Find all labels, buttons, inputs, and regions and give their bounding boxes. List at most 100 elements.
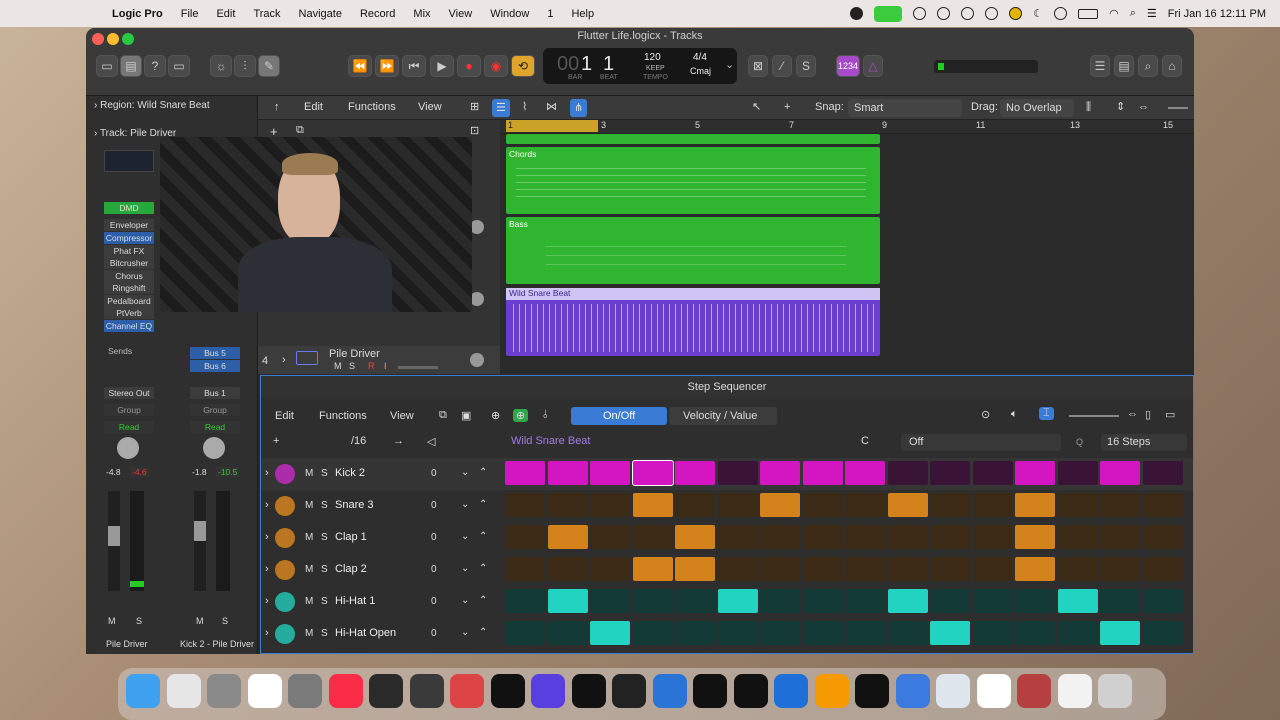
cycle-button[interactable]: ⟲ bbox=[511, 55, 535, 77]
step-cell-off[interactable] bbox=[590, 557, 630, 581]
add-row-button[interactable]: + bbox=[273, 435, 279, 447]
moon-icon[interactable]: ☾ bbox=[1033, 7, 1043, 20]
solo-button[interactable]: S bbox=[796, 55, 816, 77]
step-cell-off[interactable] bbox=[1100, 557, 1140, 581]
left-automation[interactable]: Read bbox=[104, 421, 154, 433]
ss-send-icon[interactable]: → bbox=[393, 435, 404, 447]
row-mute[interactable]: M bbox=[305, 500, 313, 511]
step-cell-off[interactable] bbox=[1015, 589, 1055, 613]
pencil-tool-icon[interactable]: + bbox=[784, 98, 790, 116]
facetime-icon[interactable] bbox=[874, 5, 903, 22]
plugin-bitcrusher[interactable]: Bitcrusher bbox=[104, 257, 154, 269]
mixer-button[interactable]: ⫶ bbox=[234, 55, 256, 77]
user-icon[interactable] bbox=[1054, 7, 1068, 20]
send-bus-6[interactable]: Bus 6 bbox=[190, 360, 240, 372]
row-disclosure-icon[interactable]: › bbox=[265, 531, 269, 543]
step-cell-on[interactable] bbox=[760, 461, 800, 485]
step-cell-off[interactable] bbox=[1100, 525, 1140, 549]
plugin-dmd[interactable]: DMD bbox=[104, 202, 154, 214]
step-cell-off[interactable] bbox=[717, 461, 758, 485]
play-button[interactable]: ▶ bbox=[430, 55, 454, 77]
dock-drive-icon[interactable] bbox=[976, 674, 1011, 708]
list-editors-button[interactable]: ☰ bbox=[1090, 55, 1110, 77]
ss-quantize-icon[interactable]: ⫰ bbox=[543, 409, 548, 422]
row-disclosure-icon[interactable]: › bbox=[265, 499, 269, 511]
row-chevron-down-icon[interactable]: ⌄ bbox=[461, 531, 469, 542]
capture-record-button[interactable]: ◉ bbox=[484, 55, 508, 77]
menu-track[interactable]: Track bbox=[253, 8, 280, 20]
step-cell-off[interactable] bbox=[802, 493, 843, 517]
ss-edit-menu[interactable]: Edit bbox=[275, 410, 294, 422]
row-offset[interactable]: 0 bbox=[431, 500, 437, 511]
airplay-icon[interactable] bbox=[913, 7, 927, 20]
plugin-ringshift[interactable]: Ringshift bbox=[104, 282, 154, 294]
row-name[interactable]: Clap 2 bbox=[335, 563, 367, 575]
step-cell-off[interactable] bbox=[930, 493, 970, 517]
row-disclosure-icon[interactable]: › bbox=[265, 563, 269, 575]
step-cell-off[interactable] bbox=[590, 589, 630, 613]
step-cell-on[interactable] bbox=[632, 557, 673, 581]
step-cell-on[interactable] bbox=[675, 557, 715, 581]
dock-waves-icon[interactable] bbox=[612, 674, 646, 708]
step-cell-off[interactable] bbox=[760, 621, 800, 645]
dock-spotlight-icon[interactable] bbox=[369, 674, 403, 708]
row-mute[interactable]: M bbox=[305, 628, 313, 639]
steps-select[interactable]: 16 Steps bbox=[1101, 434, 1187, 451]
track-3-volume-knob[interactable] bbox=[470, 220, 484, 234]
step-cell-off[interactable] bbox=[845, 621, 885, 645]
dock-trash-icon[interactable] bbox=[1098, 674, 1132, 708]
step-cell-off[interactable] bbox=[845, 557, 885, 581]
step-cell-on[interactable] bbox=[1100, 621, 1140, 645]
step-cell-off[interactable] bbox=[972, 493, 1013, 517]
step-cell-off[interactable] bbox=[802, 621, 843, 645]
pointer-tool-icon[interactable]: ↖ bbox=[752, 98, 761, 116]
step-cell-off[interactable] bbox=[845, 589, 885, 613]
step-cell-off[interactable] bbox=[590, 525, 630, 549]
step-cell-off[interactable] bbox=[760, 557, 800, 581]
dock-piano-icon[interactable] bbox=[693, 674, 727, 708]
step-cell-off[interactable] bbox=[760, 589, 800, 613]
step-cell-off[interactable] bbox=[887, 621, 928, 645]
ss-pattern-link-icon[interactable]: ⊕ bbox=[513, 409, 529, 422]
ss-offset-icon[interactable]: ◁ bbox=[427, 435, 435, 448]
search-icon[interactable]: ⌕ bbox=[1130, 7, 1136, 20]
dock-document-icon[interactable] bbox=[1057, 674, 1092, 708]
dock-logic-remote-icon[interactable] bbox=[288, 674, 322, 708]
ss-zoom-slider[interactable] bbox=[1069, 415, 1119, 417]
snap-select[interactable]: Smart bbox=[848, 99, 962, 117]
ss-save-icon[interactable]: ▣ bbox=[461, 409, 471, 422]
lcd-display[interactable]: 00 1 1 BAR BEAT 120 KEEP TEMPO 4/4 Cmaj … bbox=[543, 48, 737, 84]
shield-icon[interactable] bbox=[985, 7, 999, 20]
row-disclosure-icon[interactable]: › bbox=[265, 595, 269, 607]
track-4-pan-knob[interactable] bbox=[470, 353, 484, 367]
row-chevron-down-icon[interactable]: ⌄ bbox=[461, 499, 469, 510]
step-cell-on[interactable] bbox=[930, 621, 970, 645]
step-cell-off[interactable] bbox=[1142, 461, 1183, 485]
plugin-chorus[interactable]: Chorus bbox=[104, 270, 154, 282]
row-chevron-down-icon[interactable]: ⌄ bbox=[461, 467, 469, 478]
loops-button[interactable]: ⌂ bbox=[1162, 55, 1182, 77]
metronome-button[interactable]: △ bbox=[863, 55, 883, 77]
row-chevron-down-icon[interactable]: ⌄ bbox=[461, 627, 469, 638]
left-output[interactable]: Stereo Out bbox=[104, 387, 154, 399]
row-offset[interactable]: 0 bbox=[431, 596, 437, 607]
dock-preview-icon[interactable] bbox=[936, 674, 970, 708]
dock-tool-icon[interactable] bbox=[450, 674, 484, 708]
step-cell-off[interactable] bbox=[887, 461, 928, 485]
menu-1[interactable]: 1 bbox=[547, 8, 553, 20]
dock-capcut-icon[interactable] bbox=[855, 674, 889, 708]
step-cell-off[interactable] bbox=[1100, 493, 1140, 517]
battery-icon[interactable] bbox=[1078, 8, 1099, 19]
step-cell-on[interactable] bbox=[1015, 557, 1055, 581]
row-disclosure-icon[interactable]: › bbox=[265, 467, 269, 479]
ss-window-icon[interactable]: ▯ bbox=[1145, 408, 1151, 421]
dock-final-cut-pro-icon[interactable] bbox=[409, 674, 444, 708]
step-cell-off[interactable] bbox=[1057, 461, 1098, 485]
track-4-name[interactable]: Pile Driver bbox=[329, 348, 380, 360]
step-cell-off[interactable] bbox=[1057, 525, 1098, 549]
step-cell-off[interactable] bbox=[717, 557, 758, 581]
step-cell-off[interactable] bbox=[547, 557, 588, 581]
left-pan-knob[interactable] bbox=[117, 437, 139, 459]
left-group[interactable]: Group bbox=[104, 404, 154, 416]
step-cell-off[interactable] bbox=[590, 493, 630, 517]
